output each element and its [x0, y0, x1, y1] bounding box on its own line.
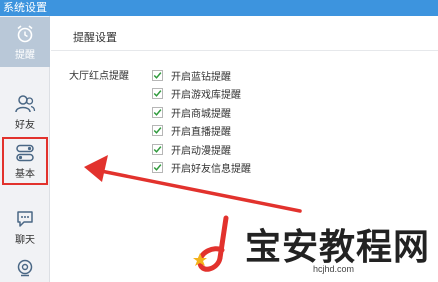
- watermark-title: 宝安教程网: [245, 227, 431, 268]
- watermark: 宝安教程网 hcjhd.com: [190, 214, 438, 282]
- watermark-logo-icon: [193, 215, 229, 272]
- watermark-url: hcjhd.com: [313, 264, 355, 274]
